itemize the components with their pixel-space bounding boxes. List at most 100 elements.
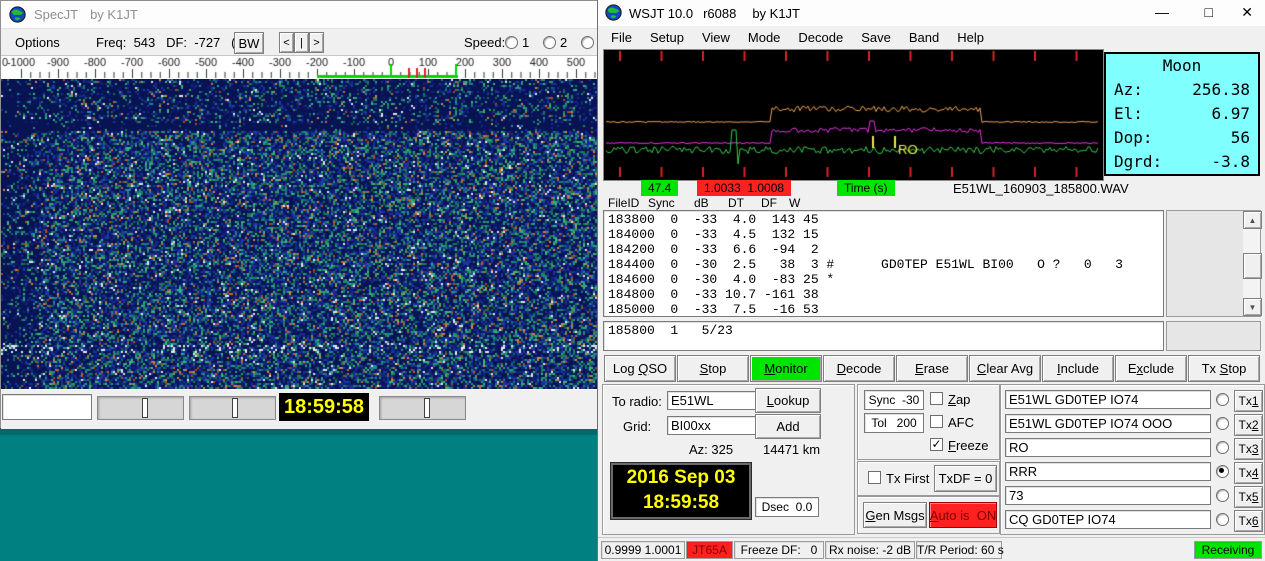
decode-header-db: dB — [694, 196, 709, 210]
wsjt-title: WSJT 10.0 — [629, 5, 694, 21]
dsec-readout: Dsec 0.0 — [755, 497, 819, 517]
gain-slider-1[interactable] — [97, 396, 184, 420]
log-qso-button[interactable]: Log Q SO — [604, 355, 676, 382]
speed-1-radio[interactable] — [505, 36, 518, 49]
tx-message-3-input[interactable] — [1005, 438, 1211, 457]
auto-button[interactable]: Auto is ON — [929, 502, 997, 528]
zap-checkbox[interactable] — [930, 392, 943, 405]
stop-button[interactable]: Stop — [677, 355, 749, 382]
gen-msgs-button[interactable]: Gen Msgs — [863, 502, 927, 528]
tx-3-radio[interactable] — [1216, 441, 1229, 454]
slider-thumb[interactable] — [232, 398, 238, 418]
grid-input[interactable] — [667, 416, 757, 435]
decode-side-panel: ▲ ▼ — [1166, 210, 1262, 317]
bw-button[interactable]: BW — [234, 32, 264, 54]
tx-2-radio[interactable] — [1216, 417, 1229, 430]
slider-thumb[interactable] — [142, 398, 148, 418]
tx-4-radio[interactable] — [1216, 465, 1229, 478]
afc-checkbox[interactable] — [930, 415, 943, 428]
scroll-up-icon[interactable]: ▲ — [1243, 211, 1262, 229]
wsjt-title-by: by K1JT — [752, 5, 800, 21]
tx-5-radio[interactable] — [1216, 489, 1229, 502]
specjt-title-by: by K1JT — [90, 7, 138, 22]
scroll-thumb[interactable] — [1243, 253, 1262, 279]
menu-item-view[interactable]: View — [693, 28, 739, 47]
monitor-button[interactable]: Monitor — [750, 355, 822, 382]
tx-message-4-input[interactable] — [1005, 462, 1211, 481]
erase-button[interactable]: Erase — [896, 355, 968, 382]
moon-row-value: 256.38 — [1192, 80, 1250, 99]
freeze-checkbox[interactable]: ✓ — [930, 438, 943, 451]
center-button[interactable]: | — [294, 32, 309, 53]
menu-item-setup[interactable]: Setup — [641, 28, 693, 47]
tx-first-checkbox[interactable] — [868, 471, 881, 484]
txdf-button[interactable]: TxDF = 0 — [934, 465, 997, 492]
specjt-titlebar[interactable]: SpecJT by K1JT — [1, 1, 609, 29]
menu-item-band[interactable]: Band — [900, 28, 948, 47]
status-cell-0: 0.9999 1.0001 — [601, 541, 685, 559]
menu-item-decode[interactable]: Decode — [789, 28, 852, 47]
scroll-right-button[interactable]: > — [309, 32, 324, 53]
tx-stop-button[interactable]: Tx Stop — [1188, 355, 1260, 382]
tx-6-radio[interactable] — [1216, 513, 1229, 526]
tx-4-button[interactable]: Tx 4 — [1234, 462, 1263, 484]
rate-ratio-badge: 1.0033 1.0008 — [697, 180, 792, 196]
gain-slider-3[interactable] — [379, 396, 466, 420]
add-button[interactable]: Add — [755, 414, 821, 439]
gain-slider-2[interactable] — [189, 396, 276, 420]
menu-item-help[interactable]: Help — [948, 28, 993, 47]
speed-2-radio[interactable] — [543, 36, 556, 49]
decode-text-area[interactable]: 183800 0 -33 4.0 143 45 184000 0 -33 4.5 … — [603, 210, 1164, 317]
status-readout-box — [2, 394, 92, 420]
decode-header-dt: DT — [728, 196, 744, 210]
decode-button[interactable]: Decode — [823, 355, 895, 382]
close-icon[interactable]: ✕ — [1241, 4, 1253, 21]
decode-header-w: W — [789, 196, 801, 210]
to-radio-input[interactable] — [667, 391, 757, 410]
options-menu[interactable]: Options — [15, 35, 60, 50]
decode-line: 184400 0 -30 2.5 38 3 # GD0TEP E51WL BI0… — [608, 257, 1123, 272]
azimuth-readout: Az: 325 — [689, 442, 734, 457]
sync-threshold-box[interactable]: Sync -30 — [864, 390, 924, 410]
lookup-button[interactable]: Lookup — [755, 388, 821, 413]
exclude-button[interactable]: Ex clude — [1115, 355, 1187, 382]
status-cell-1: JT65A — [686, 541, 733, 559]
tx-6-button[interactable]: Tx 6 — [1234, 510, 1263, 532]
tolerance-box[interactable]: Tol 200 — [864, 413, 924, 433]
waterfall-display[interactable] — [1, 79, 611, 389]
tx-message-5-input[interactable] — [1005, 486, 1211, 505]
slider-thumb[interactable] — [424, 398, 430, 418]
tx-5-button[interactable]: Tx 5 — [1234, 486, 1263, 508]
tx-message-2-input[interactable] — [1005, 414, 1211, 433]
scroll-left-button[interactable]: < — [279, 32, 294, 53]
minimize-icon[interactable]: — — [1155, 4, 1169, 20]
zap-label: Zap — [948, 392, 971, 407]
tx-message-6-input[interactable] — [1005, 510, 1211, 529]
moon-row-value: 56 — [1230, 128, 1250, 147]
wsjt-titlebar[interactable]: WSJT 10.0 r6088 by K1JT — □ ✕ — [598, 0, 1265, 27]
menu-item-file[interactable]: File — [602, 28, 641, 47]
grid-label: Grid: — [623, 419, 652, 434]
moon-row-label: Dgrd: — [1114, 152, 1163, 171]
menu-item-mode[interactable]: Mode — [739, 28, 790, 47]
tx-1-button[interactable]: Tx 1 — [1234, 390, 1263, 412]
scroll-down-icon[interactable]: ▼ — [1243, 298, 1262, 316]
clear-avg-button[interactable]: Clear Avg — [969, 355, 1041, 382]
tx-message-1-input[interactable] — [1005, 390, 1211, 409]
speed-3-radio[interactable] — [581, 36, 594, 49]
moon-row: Dop: 56 — [1106, 126, 1258, 150]
menu-item-save[interactable]: Save — [852, 28, 900, 47]
tx-2-button[interactable]: Tx 2 — [1234, 414, 1263, 436]
status-cell-2: Freeze DF: 0 — [734, 541, 824, 559]
specjt-globe-icon — [9, 6, 26, 28]
maximize-icon[interactable]: □ — [1205, 4, 1213, 20]
decode-line: 183800 0 -33 4.0 143 45 — [608, 212, 819, 227]
tx-3-button[interactable]: Tx 3 — [1234, 438, 1263, 460]
include-button[interactable]: Include — [1042, 355, 1114, 382]
wsjt-globe-icon — [605, 4, 622, 26]
decode-scrollbar[interactable]: ▲ ▼ — [1243, 211, 1262, 316]
date-time-display: 2016 Sep 03 18:59:58 — [610, 462, 752, 520]
average-text-area[interactable]: 185800 1 5/23 — [603, 321, 1164, 351]
tx-1-radio[interactable] — [1216, 393, 1229, 406]
status-cell-5: Receiving — [1194, 541, 1262, 559]
